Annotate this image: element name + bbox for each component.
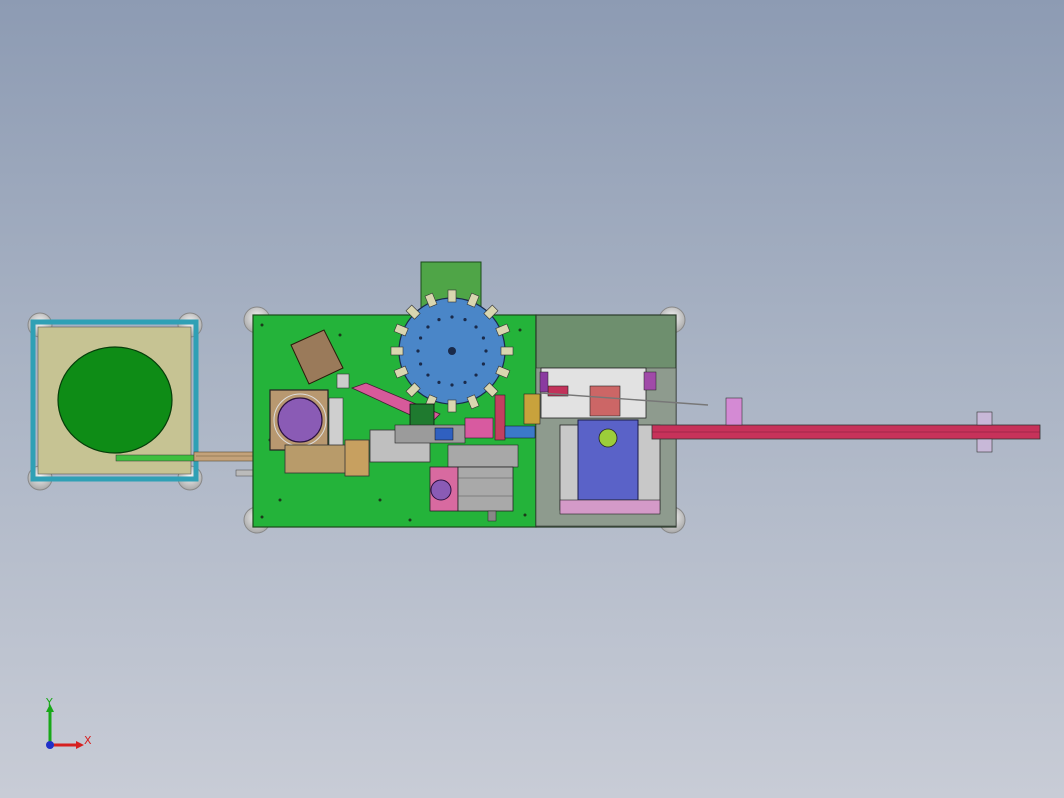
turntable-hole (450, 383, 454, 387)
turntable-hole (481, 336, 486, 340)
coordinate-triad: Y X (40, 696, 100, 760)
turntable-gripper (447, 289, 457, 303)
rotary-turntable[interactable] (390, 289, 514, 413)
turntable-hole (437, 380, 441, 385)
feeder-bowl (57, 346, 173, 454)
turntable-hole (418, 362, 423, 366)
turntable-hole (426, 325, 430, 329)
turntable-hole (481, 362, 486, 366)
turntable-hole (474, 373, 478, 377)
turntable-hole (463, 317, 467, 322)
feeder-outlet-track (115, 454, 195, 462)
x-axis-label: X (84, 734, 92, 747)
y-axis-label: Y (46, 696, 53, 709)
turntable-hole (450, 315, 454, 319)
turntable-gripper (500, 346, 514, 356)
triad-axes (46, 704, 84, 749)
cad-viewport[interactable]: Y X (0, 0, 1064, 798)
turntable-hole (416, 349, 420, 353)
turntable-hole (426, 373, 430, 377)
turntable-gripper (447, 399, 457, 413)
turntable-hole (437, 317, 441, 322)
turntable-hole (418, 336, 423, 340)
output-conveyor[interactable] (651, 397, 1041, 453)
turntable-gripper (390, 346, 404, 356)
purple-bowl-unit[interactable] (269, 389, 344, 451)
turntable-hole (474, 325, 478, 329)
machine-assembly-model[interactable] (0, 0, 1064, 798)
turntable-hole (484, 349, 488, 353)
vibratory-feeder[interactable] (30, 319, 199, 482)
turntable-hole (463, 380, 467, 385)
